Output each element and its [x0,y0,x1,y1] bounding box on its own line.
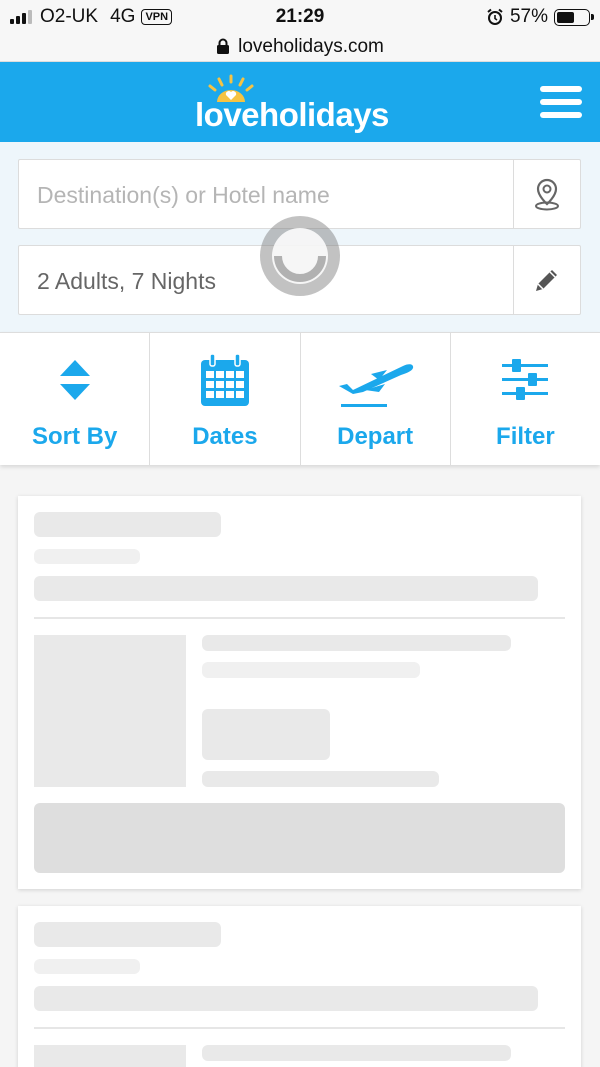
battery-percent: 57% [509,6,548,27]
sliders-icon [502,359,549,400]
skeleton-location [34,986,538,1011]
skeleton-price [202,709,330,760]
result-card-skeleton [18,496,581,889]
filter-button[interactable]: Filter [451,333,600,465]
app-header: loveholidays [0,62,600,142]
depart-button[interactable]: Depart [301,333,451,465]
skeleton-button [34,803,565,873]
result-card-skeleton [18,906,581,1067]
alarm-icon [487,8,503,25]
battery-icon [554,8,594,26]
skeleton-image [34,1045,186,1067]
depart-label: Depart [337,423,414,450]
edit-button[interactable] [513,246,580,314]
plane-icon [339,364,414,407]
skeleton-line [202,1045,511,1061]
loading-spinner-icon [260,216,340,296]
skeleton-line [202,662,420,678]
menu-button[interactable] [540,86,582,118]
calendar-icon [200,353,249,406]
sort-by-button[interactable]: Sort By [0,333,151,465]
results-toolbar: Sort By Dates Depart Filter [0,332,600,465]
dates-label: Dates [192,423,258,450]
sort-arrows-icon [59,360,90,400]
url-bar[interactable]: loveholidays.com [0,32,600,62]
skeleton-image [34,635,186,787]
sort-by-label: Sort By [31,423,118,450]
card-divider [34,1027,565,1029]
brand-name: loveholidays [195,96,389,133]
skeleton-line [202,635,511,651]
url-domain[interactable]: loveholidays.com [238,36,384,58]
skeleton-title [34,512,221,537]
location-button[interactable] [513,160,580,228]
brand-logo[interactable]: loveholidays [195,74,395,134]
location-pin-icon [535,178,559,211]
skeleton-location [34,576,538,601]
search-panel: Destination(s) or Hotel name 2 Adults, 7… [0,142,600,332]
card-divider [34,617,565,619]
dates-button[interactable]: Dates [150,333,301,465]
pencil-icon [536,270,557,291]
skeleton-line [202,771,439,787]
skeleton-subtitle [34,549,140,564]
destination-placeholder: Destination(s) or Hotel name [37,182,330,208]
filter-label: Filter [496,423,555,450]
skeleton-subtitle [34,959,140,974]
party-value: 2 Adults, 7 Nights [37,268,216,294]
skeleton-title [34,922,221,947]
lock-icon [217,38,230,54]
status-bar: O2-UK 4G VPN 21:29 57% [0,0,600,32]
